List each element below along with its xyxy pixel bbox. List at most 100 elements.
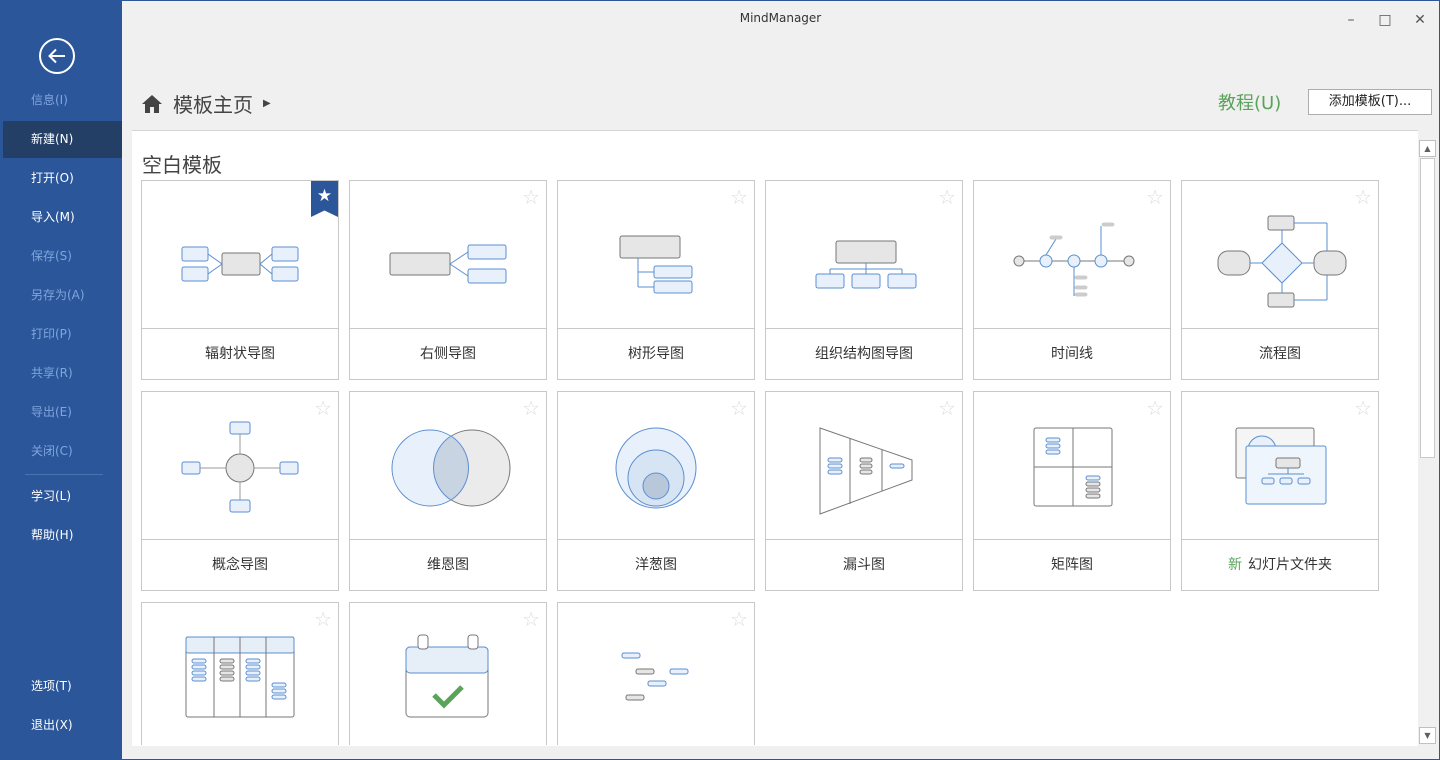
- star-outline-icon[interactable]: ☆: [938, 398, 956, 418]
- template-thumbnail: ☆: [558, 603, 754, 745]
- sidebar-item[interactable]: 打开(O): [3, 160, 122, 197]
- home-icon[interactable]: [141, 94, 163, 114]
- template-card[interactable]: ☆ 新幻灯片文件夹: [1181, 391, 1379, 591]
- sidebar-item[interactable]: 选项(T): [3, 668, 122, 705]
- diagram-icon: [621, 652, 689, 701]
- scroll-down-button[interactable]: ▼: [1419, 727, 1436, 744]
- template-card[interactable]: ☆ 右侧导图: [349, 180, 547, 380]
- template-name: 右侧导图: [420, 346, 476, 362]
- diagram-icon: [389, 244, 507, 283]
- template-thumbnail: ☆: [350, 392, 546, 540]
- diagram-icon: [619, 235, 693, 293]
- diagram-icon: [615, 427, 697, 508]
- sidebar-item[interactable]: 导出(E): [3, 394, 122, 431]
- arrow-left-icon: [48, 48, 65, 64]
- template-name: 矩阵图: [1051, 557, 1093, 573]
- star-outline-icon[interactable]: ☆: [314, 398, 332, 418]
- sidebar: 信息(I) 新建(N) 打开(O) 导入(M) 保存(S) 另存为(A) 打印(P) 共享(R…: [1, 1, 122, 759]
- template-name: 时间线: [1051, 346, 1093, 362]
- template-card[interactable]: ☆ 时间线: [973, 180, 1171, 380]
- template-card[interactable]: ☆ 流程图: [1181, 180, 1379, 380]
- template-name: 漏斗图: [843, 557, 885, 573]
- sidebar-item[interactable]: 导入(M): [3, 199, 122, 236]
- template-card[interactable]: ☆ 概念导图: [141, 391, 339, 591]
- sidebar-item[interactable]: 共享(R): [3, 355, 122, 392]
- breadcrumb-home[interactable]: 模板主页: [173, 89, 253, 118]
- template-thumbnail: ☆: [1182, 392, 1378, 540]
- sidebar-item[interactable]: 信息(I): [3, 82, 122, 119]
- back-button[interactable]: [39, 38, 75, 74]
- template-name: 流程图: [1259, 346, 1301, 362]
- template-card[interactable]: ☆: [349, 602, 547, 745]
- template-thumbnail: ☆: [558, 181, 754, 329]
- sidebar-item[interactable]: 打印(P): [3, 316, 122, 353]
- star-outline-icon[interactable]: ☆: [522, 187, 540, 207]
- template-card[interactable]: ☆ 维恩图: [349, 391, 547, 591]
- template-card[interactable]: ☆: [557, 602, 755, 745]
- close-button[interactable]: ✕: [1408, 9, 1432, 31]
- template-name: 幻灯片文件夹: [1248, 557, 1332, 573]
- template-name: 组织结构图导图: [815, 346, 913, 362]
- template-label: 概念导图: [142, 540, 338, 590]
- template-thumbnail: ☆: [350, 603, 546, 745]
- star-outline-icon[interactable]: ☆: [730, 398, 748, 418]
- template-name: 树形导图: [628, 346, 684, 362]
- star-outline-icon[interactable]: ☆: [522, 398, 540, 418]
- scroll-up-button[interactable]: ▲: [1419, 140, 1436, 157]
- sidebar-divider: [25, 474, 103, 475]
- template-thumbnail: ★: [142, 181, 338, 329]
- sidebar-item[interactable]: 另存为(A): [3, 277, 122, 314]
- breadcrumb-arrow-icon[interactable]: ▶: [263, 98, 271, 109]
- template-thumbnail: ☆: [1182, 181, 1378, 329]
- template-card[interactable]: ☆ 矩阵图: [973, 391, 1171, 591]
- template-label: 漏斗图: [766, 540, 962, 590]
- template-card[interactable]: ☆ 组织结构图导图: [765, 180, 963, 380]
- template-label: 流程图: [1182, 329, 1378, 379]
- vertical-scrollbar[interactable]: ▲ ▼: [1419, 140, 1436, 744]
- sidebar-item[interactable]: 保存(S): [3, 238, 122, 275]
- sidebar-item[interactable]: 退出(X): [3, 707, 122, 744]
- diagram-icon: [819, 426, 913, 515]
- template-label: 时间线: [974, 329, 1170, 379]
- template-thumbnail: ☆: [974, 392, 1170, 540]
- star-outline-icon[interactable]: ☆: [730, 187, 748, 207]
- diagram-icon: [1217, 215, 1347, 307]
- breadcrumb: 模板主页 ▶: [141, 89, 271, 118]
- star-outline-icon[interactable]: ☆: [314, 609, 332, 629]
- template-card[interactable]: ☆ 树形导图: [557, 180, 755, 380]
- maximize-button[interactable]: □: [1373, 9, 1397, 31]
- star-outline-icon[interactable]: ☆: [938, 187, 956, 207]
- minimize-button[interactable]: –: [1339, 9, 1363, 31]
- diagram-icon: [185, 636, 295, 718]
- star-outline-icon[interactable]: ☆: [1146, 398, 1164, 418]
- star-outline-icon[interactable]: ☆: [1146, 187, 1164, 207]
- star-outline-icon[interactable]: ☆: [1354, 398, 1372, 418]
- template-thumbnail: ☆: [766, 392, 962, 540]
- template-thumbnail: ☆: [350, 181, 546, 329]
- template-label: 矩阵图: [974, 540, 1170, 590]
- tutorial-link[interactable]: 教程(U): [1218, 89, 1281, 115]
- template-gallery: 空白模板 ★ 辐射状导图 ☆ 右侧导图 ☆ 树形导图 ☆ 组织结构图导图 ☆ 时间线 ☆ 流程图 ☆ 概念…: [132, 130, 1418, 746]
- sidebar-item[interactable]: 新建(N): [3, 121, 122, 158]
- sidebar-item[interactable]: 帮助(H): [3, 517, 122, 554]
- template-card[interactable]: ☆ 漏斗图: [765, 391, 963, 591]
- star-outline-icon[interactable]: ☆: [730, 609, 748, 629]
- diagram-icon: [391, 429, 511, 506]
- star-outline-icon[interactable]: ☆: [522, 609, 540, 629]
- template-thumbnail: ☆: [142, 392, 338, 540]
- template-name: 辐射状导图: [205, 346, 275, 362]
- template-thumbnail: ☆: [142, 603, 338, 745]
- add-template-button[interactable]: 添加模板(T)...: [1308, 89, 1432, 115]
- template-label: 洋葱图: [558, 540, 754, 590]
- star-outline-icon[interactable]: ☆: [1354, 187, 1372, 207]
- template-card[interactable]: ☆ 洋葱图: [557, 391, 755, 591]
- template-card[interactable]: ☆: [141, 602, 339, 745]
- diagram-icon: [181, 421, 299, 512]
- template-thumbnail: ☆: [766, 181, 962, 329]
- template-thumbnail: ☆: [974, 181, 1170, 329]
- template-label: 新幻灯片文件夹: [1182, 540, 1378, 590]
- template-card[interactable]: ★ 辐射状导图: [141, 180, 339, 380]
- sidebar-item[interactable]: 关闭(C): [3, 433, 122, 470]
- sidebar-item[interactable]: 学习(L): [3, 478, 122, 515]
- scrollbar-thumb[interactable]: [1420, 158, 1435, 458]
